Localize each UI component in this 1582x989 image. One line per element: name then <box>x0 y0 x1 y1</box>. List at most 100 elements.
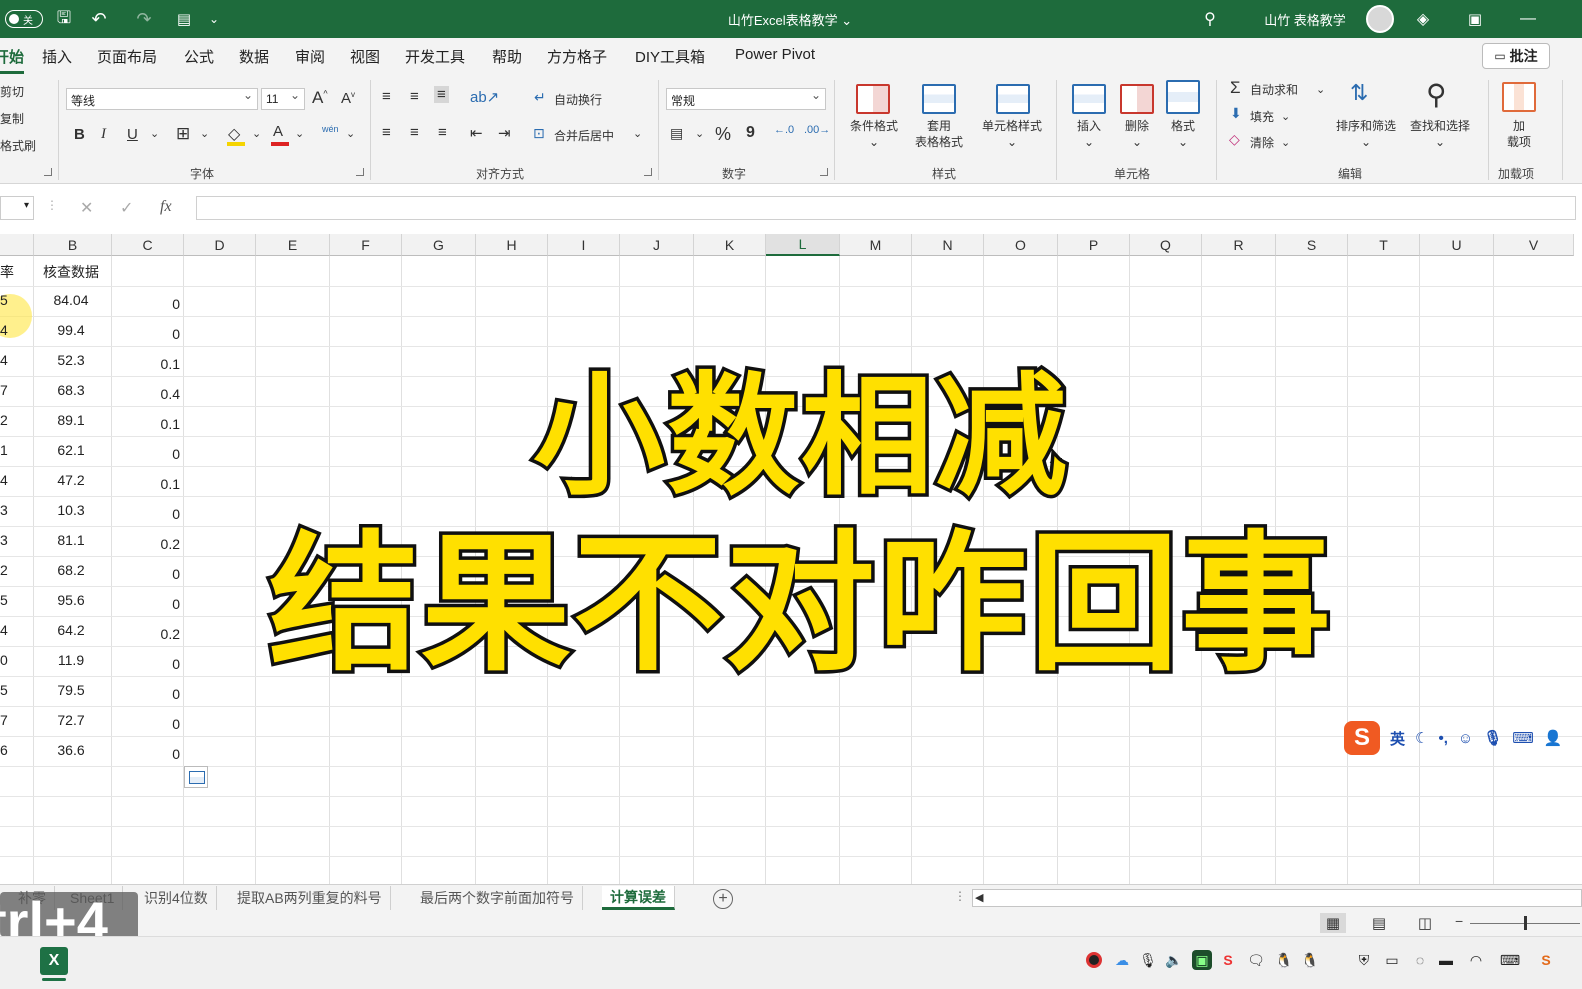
microphone-icon[interactable]: 🎙 <box>1483 729 1502 747</box>
format-painter-button[interactable]: 格式刷 <box>0 137 36 154</box>
bold-button[interactable]: B <box>74 126 85 143</box>
wifi-icon[interactable]: ◠ <box>1466 950 1486 970</box>
borders-icon[interactable]: ⊞ <box>176 124 190 144</box>
moon-icon[interactable]: ☾ <box>1415 729 1428 747</box>
format-as-table-icon[interactable] <box>922 84 956 114</box>
align-right-icon[interactable]: ≡ <box>438 124 447 141</box>
sogou-logo-icon[interactable]: S <box>1344 721 1380 755</box>
cancel-icon[interactable]: ✕ <box>80 198 93 218</box>
fill-color-dropdown-icon[interactable]: ⌄ <box>252 127 261 140</box>
user-name[interactable]: 山竹 表格教学 <box>1255 0 1355 38</box>
number-launcher-icon[interactable] <box>820 168 828 176</box>
chevron-down-icon[interactable]: ⌄ <box>1112 134 1162 150</box>
cut-button[interactable]: 剪切 <box>0 83 24 100</box>
phonetic-guide-icon[interactable]: wén <box>322 124 339 134</box>
qq-icon-2[interactable]: 🐧 <box>1300 950 1320 970</box>
cell-styles-icon[interactable] <box>996 84 1030 114</box>
redo-icon[interactable]: ↷ <box>132 0 156 38</box>
find-select-icon[interactable]: ⚲ <box>1426 78 1447 111</box>
column-header[interactable]: T <box>1348 234 1420 256</box>
user-icon[interactable]: 👤 <box>1544 729 1563 747</box>
font-size-select[interactable]: 11 <box>261 88 305 110</box>
font-launcher-icon[interactable] <box>356 168 364 176</box>
alignment-launcher-icon[interactable] <box>644 168 652 176</box>
nvidia-icon[interactable]: ▣ <box>1192 950 1212 970</box>
format-as-table-label-2[interactable]: 表格格式 <box>900 134 978 150</box>
volume-icon[interactable]: 🔈 <box>1164 950 1184 970</box>
cell-c[interactable]: 0 <box>110 746 180 762</box>
cell-b[interactable]: 72.7 <box>34 712 108 728</box>
page-break-view-icon[interactable]: ◫ <box>1412 913 1438 933</box>
column-header[interactable]: G <box>402 234 476 256</box>
conditional-formatting-icon[interactable] <box>856 84 890 114</box>
sogou-s-icon[interactable]: S <box>1536 950 1556 970</box>
format-cells-icon[interactable] <box>1166 80 1200 114</box>
sheet-tab[interactable]: 最后两个数字前面加符号 <box>412 886 583 910</box>
column-header-a[interactable] <box>0 234 34 256</box>
page-layout-view-icon[interactable]: ▤ <box>1366 913 1392 933</box>
cell-styles-button[interactable]: 单元格样式 <box>972 118 1052 134</box>
increase-indent-icon[interactable]: ⇥ <box>498 124 511 142</box>
column-header[interactable]: Q <box>1130 234 1202 256</box>
cell-a[interactable]: 5 <box>0 292 20 308</box>
tab-diy-toolbox[interactable]: DIY工具箱 <box>635 46 705 67</box>
column-header[interactable]: K <box>694 234 766 256</box>
wrap-text-icon[interactable]: ↵ <box>534 89 546 106</box>
format-cells-button[interactable]: 格式 <box>1158 118 1208 134</box>
phonetic-dropdown-icon[interactable]: ⌄ <box>346 127 355 140</box>
clear-icon[interactable]: ◇ <box>1229 131 1240 148</box>
find-select-button[interactable]: 查找和选择 <box>1404 118 1476 134</box>
column-header[interactable]: C <box>112 234 184 256</box>
more-options-icon[interactable]: ⋮ <box>46 198 58 212</box>
column-header[interactable]: N <box>912 234 984 256</box>
format-as-table-label-1[interactable]: 套用 <box>905 118 973 134</box>
accounting-format-icon[interactable]: ▤ <box>670 125 683 142</box>
minimize-icon[interactable]: — <box>1516 0 1540 38</box>
align-left-icon[interactable]: ≡ <box>382 124 391 141</box>
delete-cells-button[interactable]: 删除 <box>1112 118 1162 134</box>
ime-language-toggle[interactable]: 英 <box>1390 728 1405 749</box>
column-header[interactable]: M <box>840 234 912 256</box>
excel-taskbar-icon[interactable]: X <box>40 947 68 981</box>
sheet-tab[interactable]: 提取AB两列重复的料号 <box>229 886 391 910</box>
font-color-dropdown-icon[interactable]: ⌄ <box>295 127 304 140</box>
cloud-icon[interactable]: ☁ <box>1112 950 1132 970</box>
accounting-dropdown-icon[interactable]: ⌄ <box>695 127 704 140</box>
sort-filter-button[interactable]: 排序和筛选 <box>1330 118 1402 134</box>
ribbon-display-icon[interactable]: ▣ <box>1464 0 1486 38</box>
chevron-down-icon[interactable]: ⌄ <box>972 134 1052 150</box>
borders-dropdown-icon[interactable]: ⌄ <box>200 127 209 140</box>
qq-icon[interactable]: 🐧 <box>1274 950 1294 970</box>
align-center-icon[interactable]: ≡ <box>410 124 419 141</box>
column-header[interactable]: P <box>1058 234 1130 256</box>
fill-dropdown-icon[interactable]: ⌄ <box>1281 110 1290 123</box>
clear-dropdown-icon[interactable]: ⌄ <box>1281 136 1290 149</box>
enter-icon[interactable]: ✓ <box>120 198 133 218</box>
customize-toolbar-icon[interactable]: ⌄ <box>205 0 223 38</box>
tab-power-pivot[interactable]: Power Pivot <box>735 46 815 63</box>
document-title[interactable]: 山竹Excel表格教学 ⌄ <box>640 0 940 38</box>
insert-function-button[interactable]: fx <box>160 198 172 216</box>
scroll-left-icon[interactable]: ◀ <box>975 891 983 904</box>
insert-cells-icon[interactable] <box>1072 84 1106 114</box>
battery-icon[interactable]: ▬ <box>1436 950 1456 970</box>
avatar[interactable] <box>1366 5 1394 33</box>
tab-data[interactable]: 数据 <box>239 46 269 67</box>
delete-cells-icon[interactable] <box>1120 84 1154 114</box>
cell-b1[interactable]: 核查数据 <box>34 262 108 282</box>
add-sheet-icon[interactable]: + <box>713 889 733 909</box>
tab-page-layout[interactable]: 页面布局 <box>97 46 157 67</box>
column-header[interactable]: R <box>1202 234 1276 256</box>
zoom-slider-thumb[interactable] <box>1524 916 1527 930</box>
align-bottom-icon[interactable]: ≡ <box>434 86 449 103</box>
zoom-out-icon[interactable]: − <box>1455 913 1463 929</box>
column-header[interactable]: D <box>184 234 256 256</box>
save-icon[interactable]: 🖫 <box>52 0 76 38</box>
clear-button[interactable]: 清除 <box>1250 134 1274 151</box>
decrease-decimal-icon[interactable]: .00→ <box>804 124 830 136</box>
add-ins-label-2[interactable]: 载项 <box>1496 134 1542 150</box>
align-middle-icon[interactable]: ≡ <box>410 88 419 105</box>
chevron-down-icon[interactable]: ⌄ <box>1330 134 1402 150</box>
undo-icon[interactable]: ↶ <box>84 0 114 38</box>
diamond-icon[interactable]: ◈ <box>1412 0 1434 38</box>
